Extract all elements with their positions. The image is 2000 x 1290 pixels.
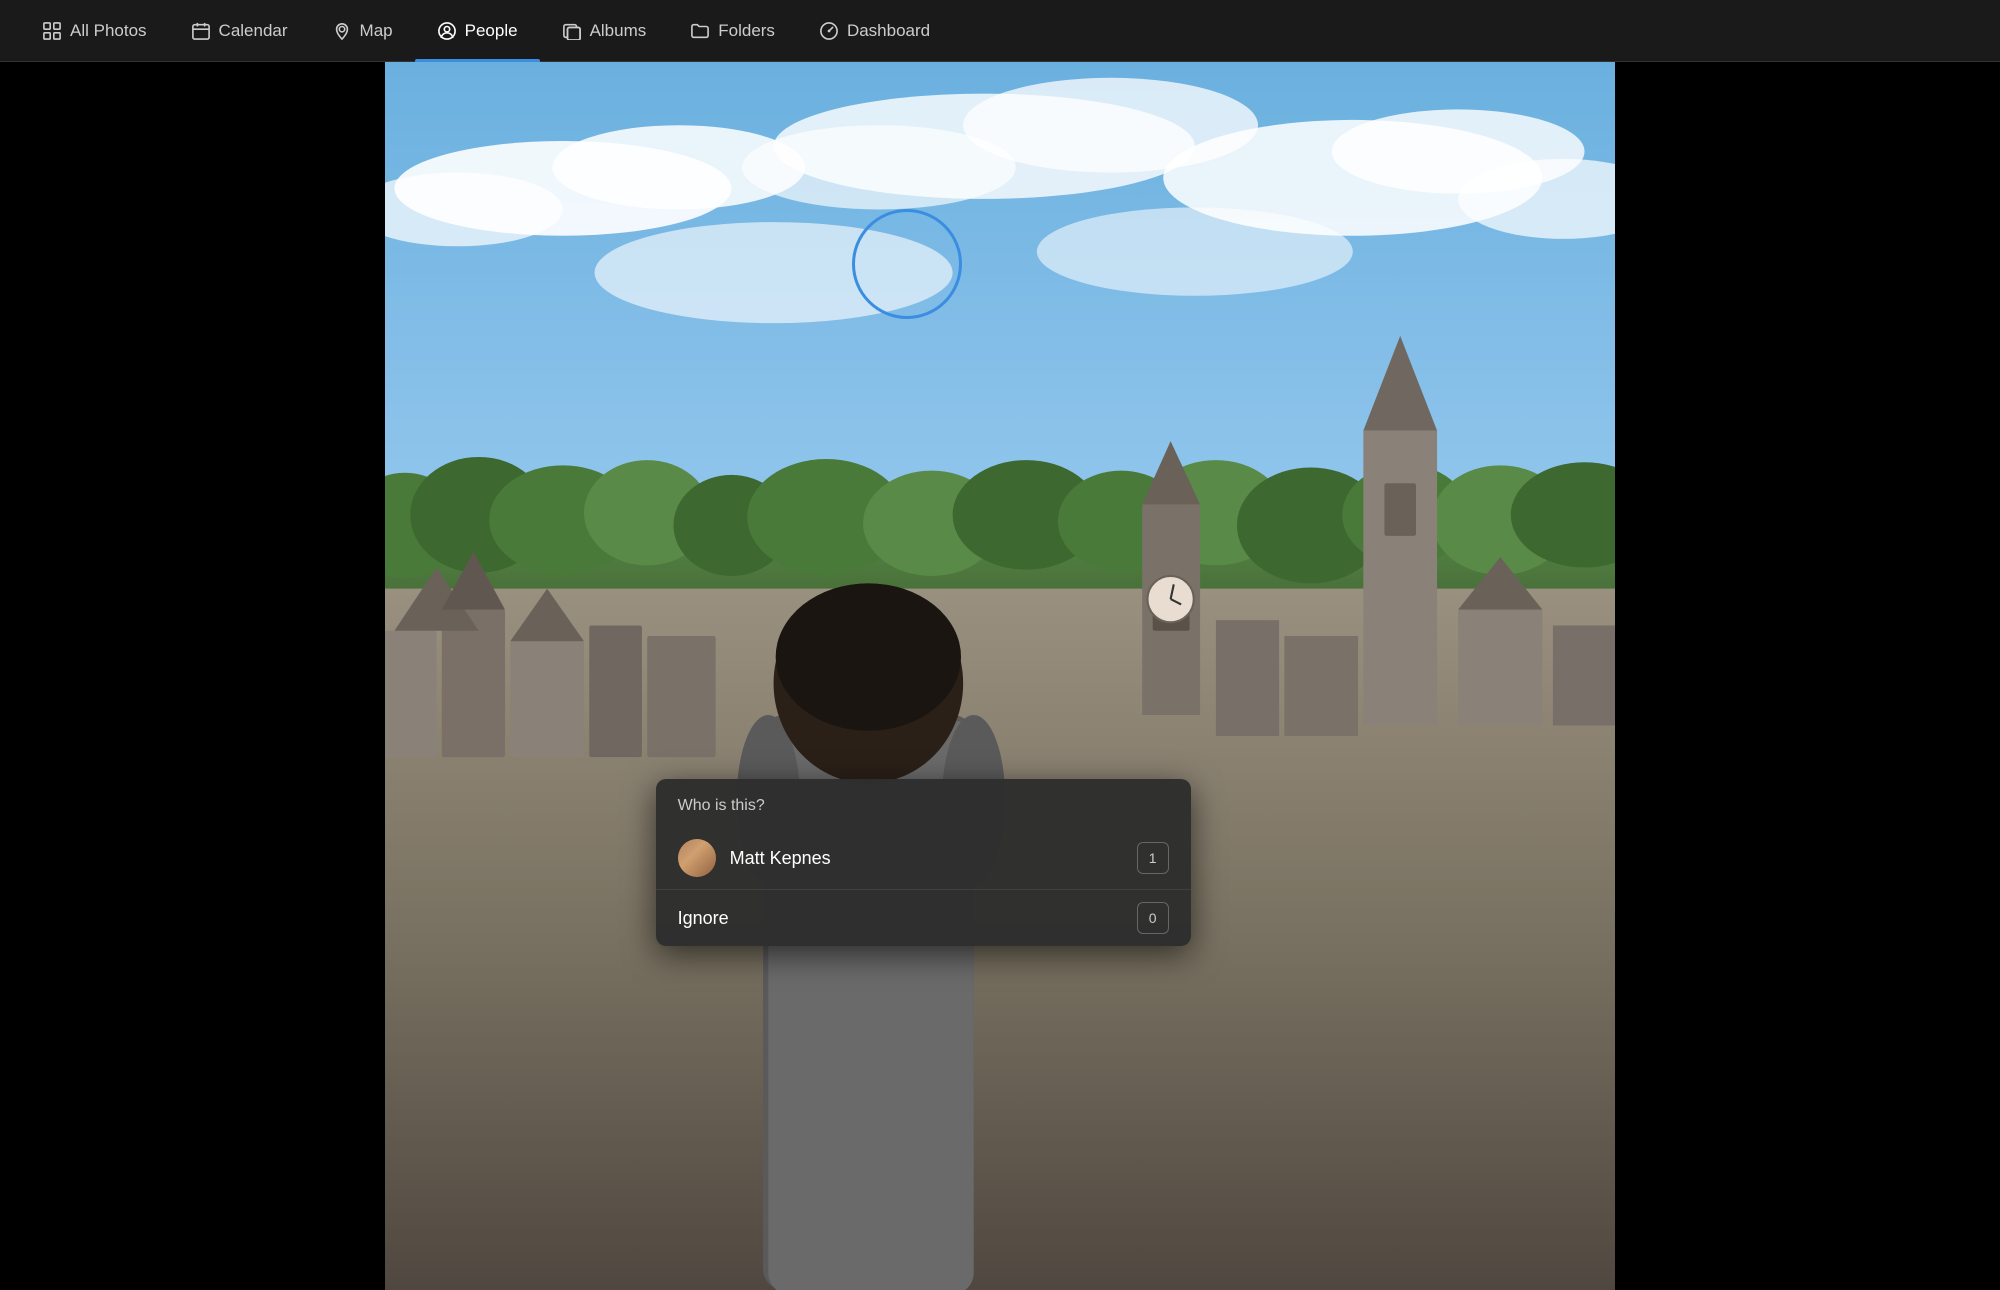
right-sidebar xyxy=(1615,62,2000,1290)
calendar-icon xyxy=(191,21,211,41)
person-circle-icon xyxy=(437,21,457,41)
nav-calendar-label: Calendar xyxy=(219,21,288,41)
dashboard-icon xyxy=(819,21,839,41)
ignore-label: Ignore xyxy=(678,908,1137,929)
nav-map-label: Map xyxy=(360,21,393,41)
nav-dashboard-label: Dashboard xyxy=(847,21,930,41)
nav-dashboard[interactable]: Dashboard xyxy=(797,0,952,62)
person-suggestion-matt[interactable]: Matt Kepnes 1 xyxy=(656,827,1191,889)
face-identification-popup: Who is this? Matt Kepnes 1 Ignore 0 xyxy=(656,779,1191,946)
nav-calendar[interactable]: Calendar xyxy=(169,0,310,62)
face-detection-circle xyxy=(852,209,962,319)
left-sidebar xyxy=(0,62,385,1290)
main-content: Who is this? Matt Kepnes 1 Ignore 0 xyxy=(0,62,2000,1290)
grid-icon xyxy=(42,21,62,41)
nav-people-label: People xyxy=(465,21,518,41)
photo-scene xyxy=(385,62,1615,1290)
top-navigation: All Photos Calendar Map People Albums Fo… xyxy=(0,0,2000,62)
person-count-badge: 1 xyxy=(1137,842,1169,874)
ignore-count-badge: 0 xyxy=(1137,902,1169,934)
album-icon xyxy=(562,21,582,41)
nav-map[interactable]: Map xyxy=(310,0,415,62)
nav-people[interactable]: People xyxy=(415,0,540,62)
nav-all-photos-label: All Photos xyxy=(70,21,147,41)
person-name: Matt Kepnes xyxy=(730,848,1137,869)
photo-container: Who is this? Matt Kepnes 1 Ignore 0 xyxy=(385,62,1615,1290)
nav-albums-label: Albums xyxy=(590,21,647,41)
nav-folders-label: Folders xyxy=(718,21,775,41)
ignore-suggestion[interactable]: Ignore 0 xyxy=(656,889,1191,946)
ignore-count: 0 xyxy=(1149,910,1157,926)
nav-folders[interactable]: Folders xyxy=(668,0,797,62)
nav-albums[interactable]: Albums xyxy=(540,0,669,62)
nav-all-photos[interactable]: All Photos xyxy=(20,0,169,62)
avatar-image xyxy=(678,839,716,877)
popup-header: Who is this? xyxy=(656,779,1191,827)
person-avatar xyxy=(678,839,716,877)
map-pin-icon xyxy=(332,21,352,41)
person-count: 1 xyxy=(1149,850,1157,866)
folder-icon xyxy=(690,21,710,41)
popup-header-text: Who is this? xyxy=(678,797,765,814)
